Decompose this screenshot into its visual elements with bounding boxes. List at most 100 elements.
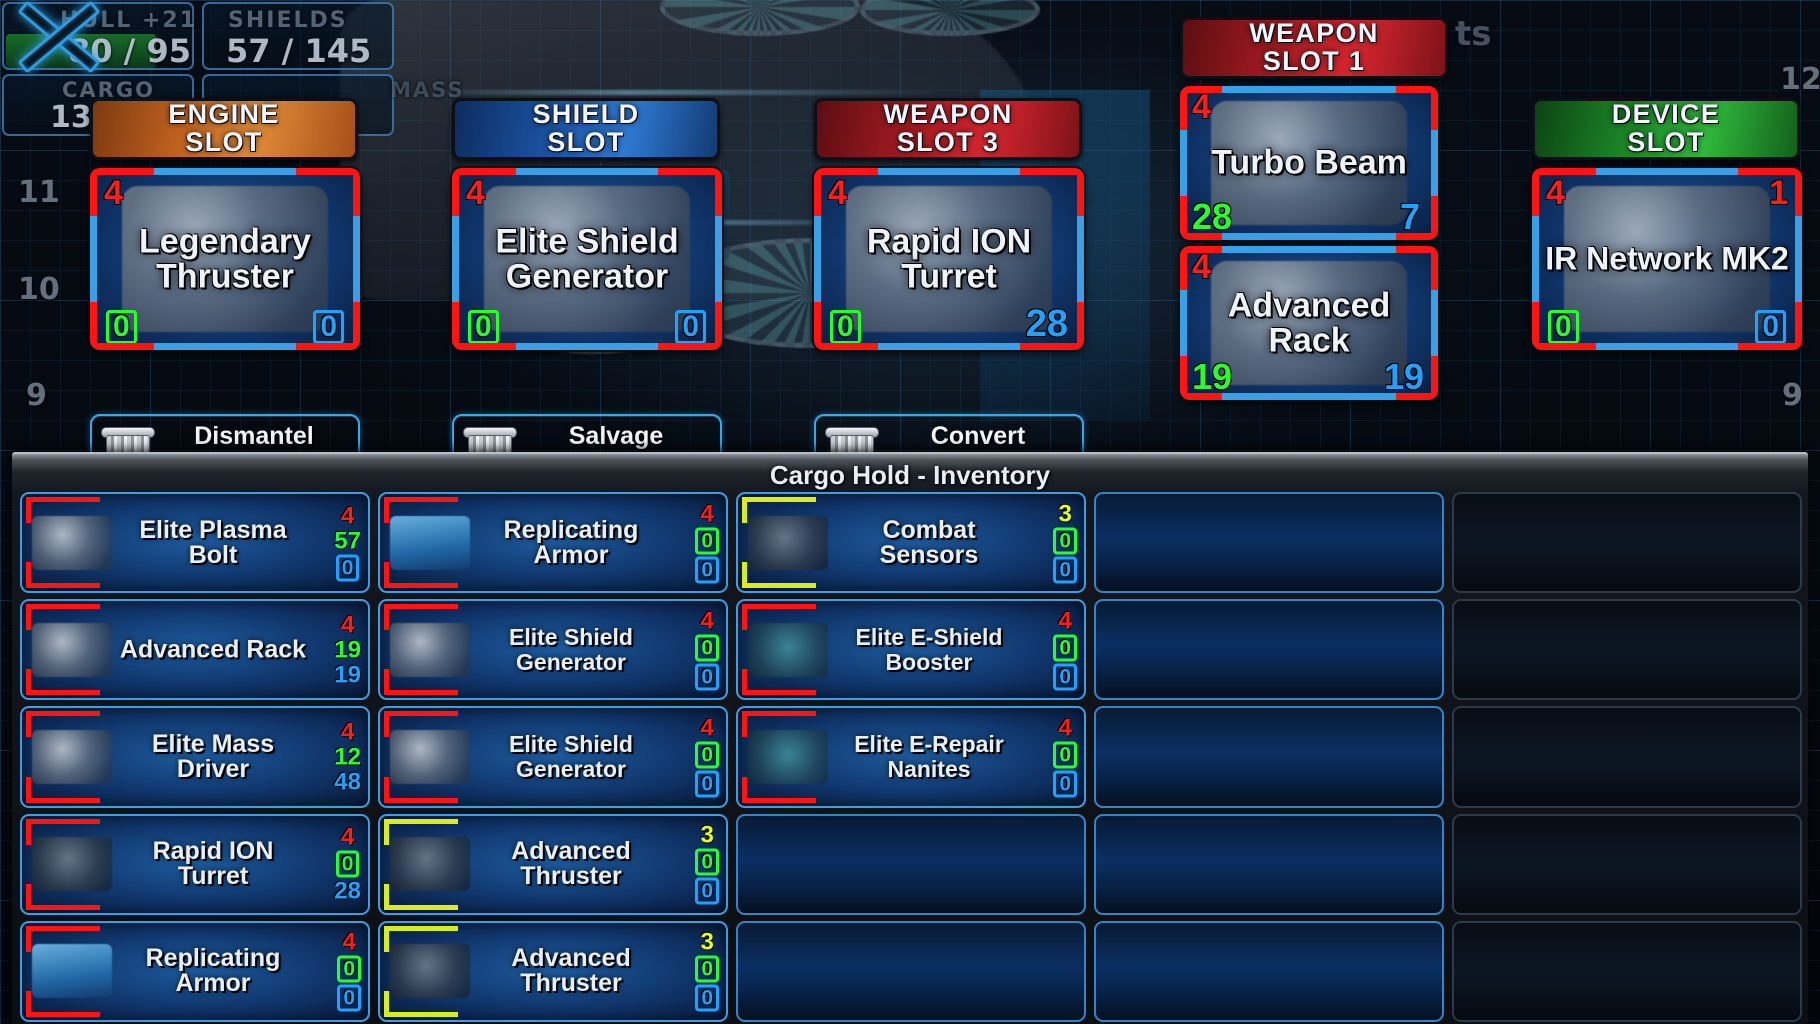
item-thumbnail [390,837,470,892]
item-count-value: 4 [700,714,714,742]
edge-accent [516,343,658,350]
inventory-item[interactable]: Elite Plasma Bolt 4 57 0 [20,492,370,594]
item-thumbnail [32,515,112,570]
weapon3-line2: SLOT 3 [896,127,1000,157]
corner-bracket [384,711,389,738]
device-slot-header[interactable]: DEVICE SLOT [1532,98,1800,160]
item-stats: 400 [695,501,719,584]
inventory-empty-slot[interactable] [1094,599,1444,701]
weapon3-level-value: 4 [828,174,847,212]
item-stats: 300 [1053,501,1077,584]
corner-bracket [26,883,31,910]
item-green-value: 19 [334,636,361,664]
item-count-value: 3 [700,928,714,956]
item-green-value: 0 [1053,527,1077,555]
device-slot-line2: SLOT [1627,127,1705,157]
inventory-item[interactable]: Rapid ION Turret 4 0 28 [20,813,370,915]
inventory-item[interactable]: Advanced Rack 4 19 19 [20,599,370,701]
inventory-empty-slot[interactable] [1094,920,1444,1022]
inventory-empty-slot[interactable] [1094,813,1444,915]
equipped-weapon1-card[interactable]: Turbo Beam 4 28 7 [1180,86,1438,240]
inventory-item[interactable]: Advanced Thruster 3 0 0 [378,813,728,915]
inventory-item[interactable]: Replicating Armor 4 0 0 [378,492,728,594]
inventory-item[interactable]: Elite E-Shield Booster 4 0 0 [736,599,1086,701]
corner-bracket [384,497,389,523]
item-name: Elite Plasma Bolt [139,515,287,569]
weapon3-blue-value: 28 [1025,303,1068,345]
corner-bracket [384,904,458,910]
item-stats: 400 [695,715,719,798]
corner-bracket [26,1011,100,1017]
equipped-shield-card[interactable]: Elite Shield Generator 4 0 0 [452,168,722,350]
corner-bracket [26,669,31,696]
inventory-item[interactable]: Advanced Thruster 3 0 0 [378,920,728,1022]
dismantel-label-line1: Dismantel [194,422,314,450]
weapon1-line2: SLOT 1 [1262,46,1366,76]
edge-accent [1596,168,1738,175]
inventory-item[interactable]: Elite Shield Generator 4 0 0 [378,706,728,808]
weapon3-green-value: 0 [830,310,861,344]
engine-slot-header[interactable]: ENGINE SLOT [90,98,358,160]
edge-accent [154,343,296,350]
item-blue-value: 28 [334,877,361,905]
inventory-empty-slot[interactable] [736,920,1086,1022]
item-blue-value: 0 [695,770,719,798]
gutter-left-10: 10 [18,272,60,307]
corner-bracket [90,302,97,350]
item-blue-value: 0 [1053,770,1077,798]
item-green-value: 0 [695,741,719,769]
item-count-value: 4 [700,500,714,528]
edge-accent [814,216,821,302]
inventory-empty-slot[interactable] [1452,920,1802,1022]
item-name: Elite Shield Generator [509,623,633,675]
equipped-engine-card[interactable]: Legendary Thruster 4 0 0 [90,168,360,350]
inventory-empty-slot[interactable] [1452,813,1802,915]
item-count-value: 4 [1058,607,1072,635]
inventory-item[interactable]: Combat Sensors 3 0 0 [736,492,1086,594]
inventory-item[interactable]: Elite E-Repair Nanites 4 0 0 [736,706,1086,808]
item-name: Elite E-Repair Nanites [854,730,1004,782]
inventory-empty-slot[interactable] [1452,492,1802,594]
corner-bracket [26,818,100,824]
corner-bracket [1020,343,1084,350]
item-count-value: 3 [1058,500,1072,528]
item-count-value: 4 [700,607,714,635]
weapon-slot-3-header[interactable]: WEAPON SLOT 3 [814,98,1082,160]
equipped-weapon3-card[interactable]: Rapid ION Turret 4 0 28 [814,168,1084,350]
gutter-left-11: 11 [18,175,60,210]
inventory-empty-slot[interactable] [736,813,1086,915]
gutter-right-12: 12 [1780,62,1820,97]
device-green-value: 0 [1548,310,1579,344]
inventory-empty-slot[interactable] [1452,706,1802,808]
corner-bracket [1431,356,1438,400]
shield-slot-header[interactable]: SHIELD SLOT [452,98,720,160]
edge-accent [353,216,360,302]
corner-bracket [384,711,458,717]
inventory-item[interactable]: Replicating Armor 4 0 0 [20,920,370,1022]
item-name: Replicating Armor [145,944,281,998]
corner-bracket [1020,168,1084,175]
corner-bracket [26,904,100,910]
inventory-item[interactable]: Elite Shield Generator 4 0 0 [378,599,728,701]
inventory-empty-slot[interactable] [1094,492,1444,594]
equipped-device-card[interactable]: IR Network MK2 4 1 0 0 [1532,168,1802,350]
inventory-empty-slot[interactable] [1452,599,1802,701]
item-thumbnail [32,944,112,999]
item-name: Rapid ION Turret [152,837,274,891]
corner-bracket [1077,302,1084,350]
edge-accent [90,216,97,302]
corner-bracket [296,168,360,175]
weapon-slot-1-header[interactable]: WEAPON SLOT 1 [1180,17,1448,79]
corner-bracket [384,669,389,696]
inventory-item[interactable]: Elite Mass Driver 4 12 48 [20,706,370,808]
item-blue-value: 0 [335,554,360,582]
equipped-weapon2-card[interactable]: Advanced Rack 4 19 19 [1180,246,1438,400]
item-count-value: 4 [340,823,355,851]
corner-bracket [1180,356,1187,400]
edge-accent [1222,246,1396,253]
corner-bracket [90,168,154,175]
device-rank-value: 1 [1769,174,1788,212]
cargo-hold-panel: Cargo Hold - Inventory Elite Plasma Bolt… [12,452,1808,1024]
corner-bracket [658,343,722,350]
inventory-empty-slot[interactable] [1094,706,1444,808]
